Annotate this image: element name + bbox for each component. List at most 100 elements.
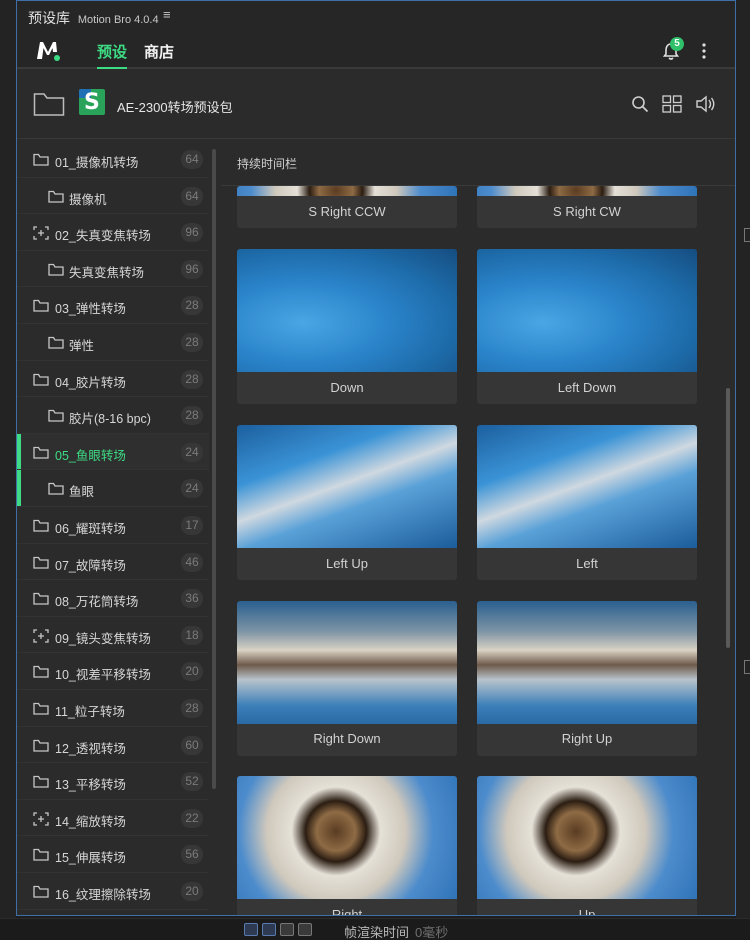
category-label: 04_胶片转场 xyxy=(55,375,126,390)
preset-card[interactable]: Right xyxy=(237,776,457,916)
preset-card[interactable]: Down xyxy=(237,249,457,404)
tab-store[interactable]: 商店 xyxy=(144,41,174,62)
zoom-frame-icon xyxy=(33,629,49,643)
category-item[interactable]: 12_透视转场 60 xyxy=(17,727,209,764)
preset-thumbnail xyxy=(237,186,457,196)
render-time-label: 帧渲染时间 xyxy=(344,925,410,940)
folder-icon xyxy=(33,885,49,898)
host-edge-bracket xyxy=(744,228,750,242)
sidebar-scrollbar[interactable] xyxy=(212,149,216,789)
preset-label: S Right CCW xyxy=(308,204,386,219)
host-edge-bracket xyxy=(744,660,750,674)
category-count: 22 xyxy=(181,808,203,828)
more-options-icon[interactable] xyxy=(701,43,707,59)
category-item-selected[interactable]: 05_鱼眼转场 24 xyxy=(17,433,209,471)
category-count: 28 xyxy=(181,296,203,316)
subcategory-item[interactable]: 失真变焦转场 96 xyxy=(17,251,209,288)
preset-thumbnail xyxy=(477,186,697,196)
category-label: 15_伸展转场 xyxy=(55,851,126,866)
category-label: 16_纹理擦除转场 xyxy=(55,888,151,902)
preset-label: Right xyxy=(331,907,363,916)
top-navbar: 预设 商店 5 xyxy=(17,31,735,69)
category-item[interactable]: 06_耀斑转场 17 xyxy=(17,507,209,544)
category-count: 52 xyxy=(181,772,203,792)
layers-alt-icon[interactable] xyxy=(262,923,276,936)
pack-logo: S xyxy=(79,89,105,115)
category-item[interactable]: 09_镜头变焦转场 18 xyxy=(17,617,209,654)
grid-view-icon[interactable] xyxy=(662,95,682,113)
tab-presets[interactable]: 预设 xyxy=(97,41,128,69)
preset-card[interactable]: S Right CW xyxy=(477,186,697,228)
folder-icon xyxy=(33,446,49,459)
subcategory-item[interactable]: 弹性 28 xyxy=(17,324,209,361)
category-item[interactable]: 02_失真变焦转场 96 xyxy=(17,214,209,251)
subcategory-item[interactable]: 摄像机 64 xyxy=(17,178,209,215)
folder-icon xyxy=(33,373,49,386)
preset-label: Left xyxy=(576,556,598,571)
panel-titlebar: 预设库 Motion Bro 4.0.4 ≡ xyxy=(17,1,735,31)
category-item[interactable]: 15_伸展转场 56 xyxy=(17,836,209,873)
folder-icon xyxy=(33,776,49,788)
subcategory-item[interactable]: 鱼眼 24 xyxy=(17,470,209,507)
category-label: 11_粒子转场 xyxy=(55,705,125,719)
preset-label: Right Down xyxy=(313,731,381,746)
zoom-frame-icon xyxy=(33,226,49,240)
category-item[interactable]: 07_故障转场 46 xyxy=(17,544,209,581)
preset-thumbnail xyxy=(477,249,697,372)
category-item[interactable]: 16_纹理擦除转场 20 xyxy=(17,873,209,910)
preset-label: Up xyxy=(578,907,596,916)
preset-card[interactable]: Right Down xyxy=(237,601,457,756)
subcategory-item[interactable]: 胶片(8-16 bpc) 28 xyxy=(17,397,209,434)
stack-icon[interactable] xyxy=(280,923,294,936)
panel-version: Motion Bro 4.0.4 xyxy=(77,14,159,26)
category-count: 28 xyxy=(181,333,203,352)
category-label: 02_失真变焦转场 xyxy=(55,229,151,244)
category-label: 08_万花筒转场 xyxy=(55,595,139,610)
preset-card[interactable]: Up xyxy=(477,776,697,916)
folder-icon[interactable] xyxy=(33,91,65,117)
preset-thumbnail xyxy=(477,425,697,548)
layers-icon[interactable] xyxy=(244,923,258,936)
preset-card[interactable]: Left xyxy=(477,425,697,580)
category-label: 失真变焦转场 xyxy=(69,265,145,280)
folder-icon xyxy=(48,190,64,203)
notification-badge: 5 xyxy=(670,37,684,51)
category-count: 96 xyxy=(181,223,203,243)
folder-icon xyxy=(48,410,64,422)
panel-menu-icon[interactable]: ≡ xyxy=(163,7,171,22)
preset-card[interactable]: Left Up xyxy=(237,425,457,580)
folder-icon xyxy=(33,666,49,679)
category-item[interactable]: 08_万花筒转场 36 xyxy=(17,580,209,617)
motion-bro-logo-icon xyxy=(37,42,60,61)
preset-card[interactable]: S Right CCW xyxy=(237,186,457,228)
preset-thumbnail xyxy=(477,776,697,899)
category-item[interactable]: 11_粒子转场 28 xyxy=(17,690,209,727)
camera-icon[interactable] xyxy=(298,923,312,936)
volume-icon[interactable] xyxy=(695,95,717,113)
category-item[interactable]: 03_弹性转场 28 xyxy=(17,287,209,324)
search-icon[interactable] xyxy=(631,95,649,113)
category-label: 12_透视转场 xyxy=(55,741,126,756)
host-toolbar-icons xyxy=(244,923,312,936)
preset-card[interactable]: Right Up xyxy=(477,601,697,756)
category-count: 46 xyxy=(181,552,203,572)
category-count: 17 xyxy=(181,516,203,535)
preset-card[interactable]: Left Down xyxy=(477,249,697,404)
category-item[interactable]: 14_缩放转场 22 xyxy=(17,800,209,837)
motion-bro-panel: 预设库 Motion Bro 4.0.4 ≡ 预设 商店 5 S AE-2300… xyxy=(16,0,736,916)
category-count: 24 xyxy=(181,479,203,499)
screen: { "titlebar": { "title": "预设库", "version… xyxy=(0,0,750,940)
category-item[interactable]: 13_平移转场 52 xyxy=(17,763,209,800)
content-scrollbar[interactable] xyxy=(726,388,730,648)
preset-thumbnail xyxy=(237,601,457,724)
category-count: 60 xyxy=(181,735,203,755)
preset-grid-area: 持续时间栏 S Right CCW S Right CW Down Left D… xyxy=(221,141,735,916)
category-item[interactable]: 10_视差平移转场 20 xyxy=(17,653,209,690)
category-item[interactable]: 01_摄像机转场 64 xyxy=(17,141,209,178)
category-label: 14_缩放转场 xyxy=(55,814,126,829)
category-item[interactable]: 04_胶片转场 28 xyxy=(17,361,209,398)
category-count: 24 xyxy=(181,442,203,462)
category-count: 64 xyxy=(181,186,203,206)
preset-label: Left Down xyxy=(557,380,617,395)
panel-title-text: 预设库 xyxy=(28,10,70,26)
